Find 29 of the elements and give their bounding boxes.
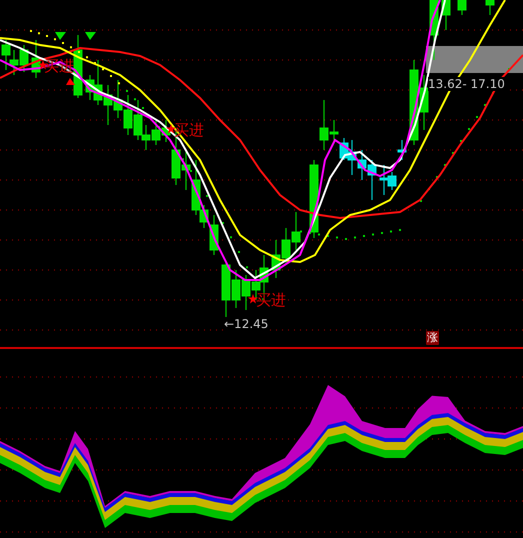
candlestick [32, 40, 40, 78]
candlestick [242, 274, 250, 310]
down-triangle-icon [85, 32, 96, 40]
up-triangle-icon [66, 78, 75, 85]
candlestick [114, 80, 122, 118]
candlestick [292, 212, 300, 250]
candlestick [486, 0, 494, 16]
candlestick [124, 94, 132, 136]
low-price-label: ←12.45 [224, 317, 268, 331]
candlestick [20, 44, 28, 72]
candlestick [398, 140, 406, 160]
down-triangle-icon [55, 32, 66, 40]
candlestick [458, 0, 466, 16]
candlestick [430, 0, 438, 60]
candlestick [74, 34, 82, 98]
star-icon [248, 294, 258, 304]
candlestick [104, 84, 112, 126]
candlestick [368, 160, 376, 200]
candlestick [272, 240, 280, 278]
rise-badge: 涨 [426, 331, 439, 345]
candlestick [10, 50, 18, 76]
candlestick [282, 228, 290, 264]
price-range-label: 13.62- 17.10 [428, 77, 505, 91]
candlestick [152, 120, 160, 146]
candlestick [2, 40, 10, 70]
candlestick [442, 0, 450, 30]
star-icon [166, 124, 176, 134]
candlestick [358, 150, 366, 180]
buy-signal-label: 买进 [256, 292, 286, 308]
